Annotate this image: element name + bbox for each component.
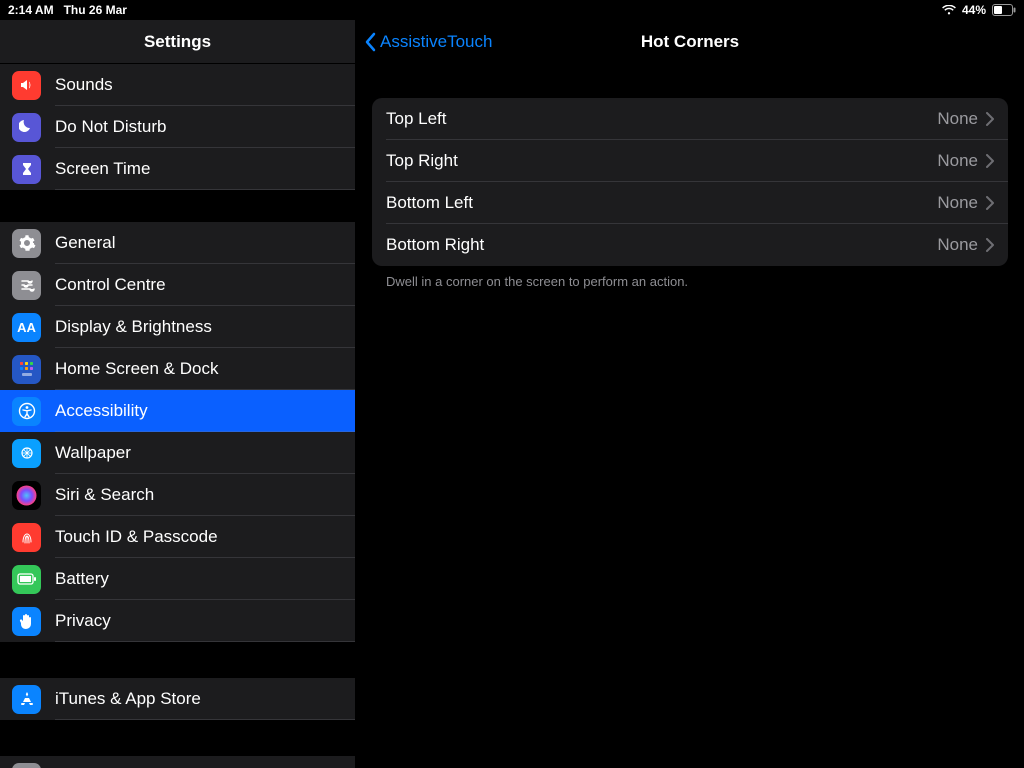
home-grid-icon [12,355,41,384]
chevron-right-icon [986,196,994,210]
row-label: Top Right [386,151,458,171]
chevron-right-icon [986,238,994,252]
siri-icon [12,481,41,510]
battery-icon [12,565,41,594]
sidebar-item-sounds[interactable]: Sounds [0,64,355,106]
sidebar-item-dnd[interactable]: Do Not Disturb [0,106,355,148]
sidebar-item-siri[interactable]: Siri & Search [0,474,355,516]
chevron-right-icon [986,154,994,168]
row-value: None [937,235,978,255]
chevron-right-icon [986,112,994,126]
sidebar-item-label: Display & Brightness [55,317,212,337]
key-icon [12,763,41,768]
sidebar-item-touchid[interactable]: Touch ID & Passcode [0,516,355,558]
row-bottom-right[interactable]: Bottom Right None [372,224,1008,266]
hourglass-icon [12,155,41,184]
sidebar-item-controlcentre[interactable]: Control Centre [0,264,355,306]
accessibility-icon [12,397,41,426]
text-size-icon: AA [12,313,41,342]
sidebar-title: Settings [0,20,355,64]
sounds-icon [12,71,41,100]
sidebar-item-passwords[interactable]: Passwords & Accounts [0,756,355,768]
sidebar-item-wallpaper[interactable]: Wallpaper [0,432,355,474]
sidebar-item-label: General [55,233,115,253]
row-value: None [937,109,978,129]
group-footnote: Dwell in a corner on the screen to perfo… [372,266,1008,289]
wallpaper-icon [12,439,41,468]
settings-sidebar: Settings Sounds Do Not Disturb [0,20,356,768]
sidebar-item-privacy[interactable]: Privacy [0,600,355,642]
row-top-right[interactable]: Top Right None [372,140,1008,182]
status-date: Thu 26 Mar [64,3,127,17]
wifi-icon [942,5,956,15]
sidebar-item-itunes[interactable]: iTunes & App Store [0,678,355,720]
moon-icon [12,113,41,142]
detail-pane: AssistiveTouch Hot Corners Top Left None… [356,20,1024,768]
sidebar-item-label: Siri & Search [55,485,154,505]
sidebar-item-display[interactable]: AA Display & Brightness [0,306,355,348]
sidebar-item-label: Battery [55,569,109,589]
sidebar-item-label: Do Not Disturb [55,117,166,137]
battery-icon [992,4,1016,16]
row-label: Bottom Right [386,235,484,255]
row-value: None [937,151,978,171]
status-time: 2:14 AM [8,3,54,17]
fingerprint-icon [12,523,41,552]
row-top-left[interactable]: Top Left None [372,98,1008,140]
appstore-icon [12,685,41,714]
battery-percentage: 44% [962,3,986,17]
sidebar-item-label: Screen Time [55,159,150,179]
status-bar: 2:14 AM Thu 26 Mar 44% [0,0,1024,20]
hot-corners-group: Top Left None Top Right None [372,98,1008,266]
hand-icon [12,607,41,636]
gear-icon [12,229,41,258]
sidebar-item-label: Wallpaper [55,443,131,463]
sidebar-item-homescreen[interactable]: Home Screen & Dock [0,348,355,390]
sidebar-item-label: Sounds [55,75,113,95]
row-label: Top Left [386,109,447,129]
row-bottom-left[interactable]: Bottom Left None [372,182,1008,224]
sidebar-item-label: Home Screen & Dock [55,359,218,379]
row-label: Bottom Left [386,193,473,213]
page-title: Hot Corners [356,32,1024,52]
sidebar-item-label: Accessibility [55,401,148,421]
sliders-icon [12,271,41,300]
sidebar-item-label: Touch ID & Passcode [55,527,218,547]
detail-nav: AssistiveTouch Hot Corners [356,20,1024,64]
row-value: None [937,193,978,213]
sidebar-item-battery[interactable]: Battery [0,558,355,600]
sidebar-item-accessibility[interactable]: Accessibility [0,390,355,432]
sidebar-item-label: iTunes & App Store [55,689,201,709]
sidebar-item-label: Privacy [55,611,111,631]
sidebar-item-general[interactable]: General [0,222,355,264]
sidebar-item-label: Control Centre [55,275,166,295]
sidebar-item-screentime[interactable]: Screen Time [0,148,355,190]
